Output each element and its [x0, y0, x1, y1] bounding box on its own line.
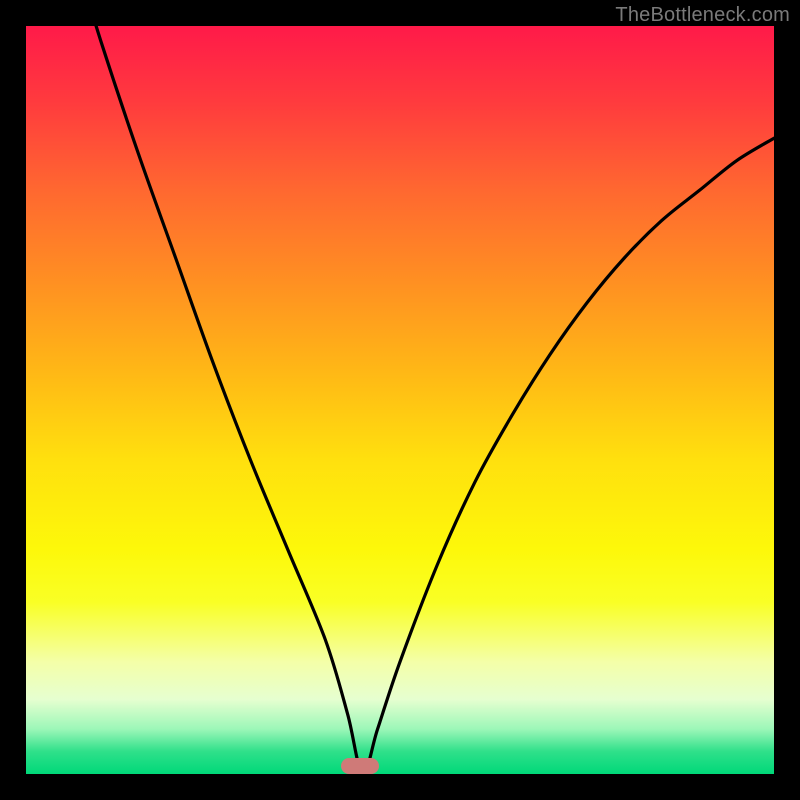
optimum-marker	[341, 758, 379, 774]
chart-frame: TheBottleneck.com	[0, 0, 800, 800]
watermark-text: TheBottleneck.com	[615, 4, 790, 27]
plot-area	[26, 26, 774, 774]
bottleneck-curve	[26, 26, 774, 774]
